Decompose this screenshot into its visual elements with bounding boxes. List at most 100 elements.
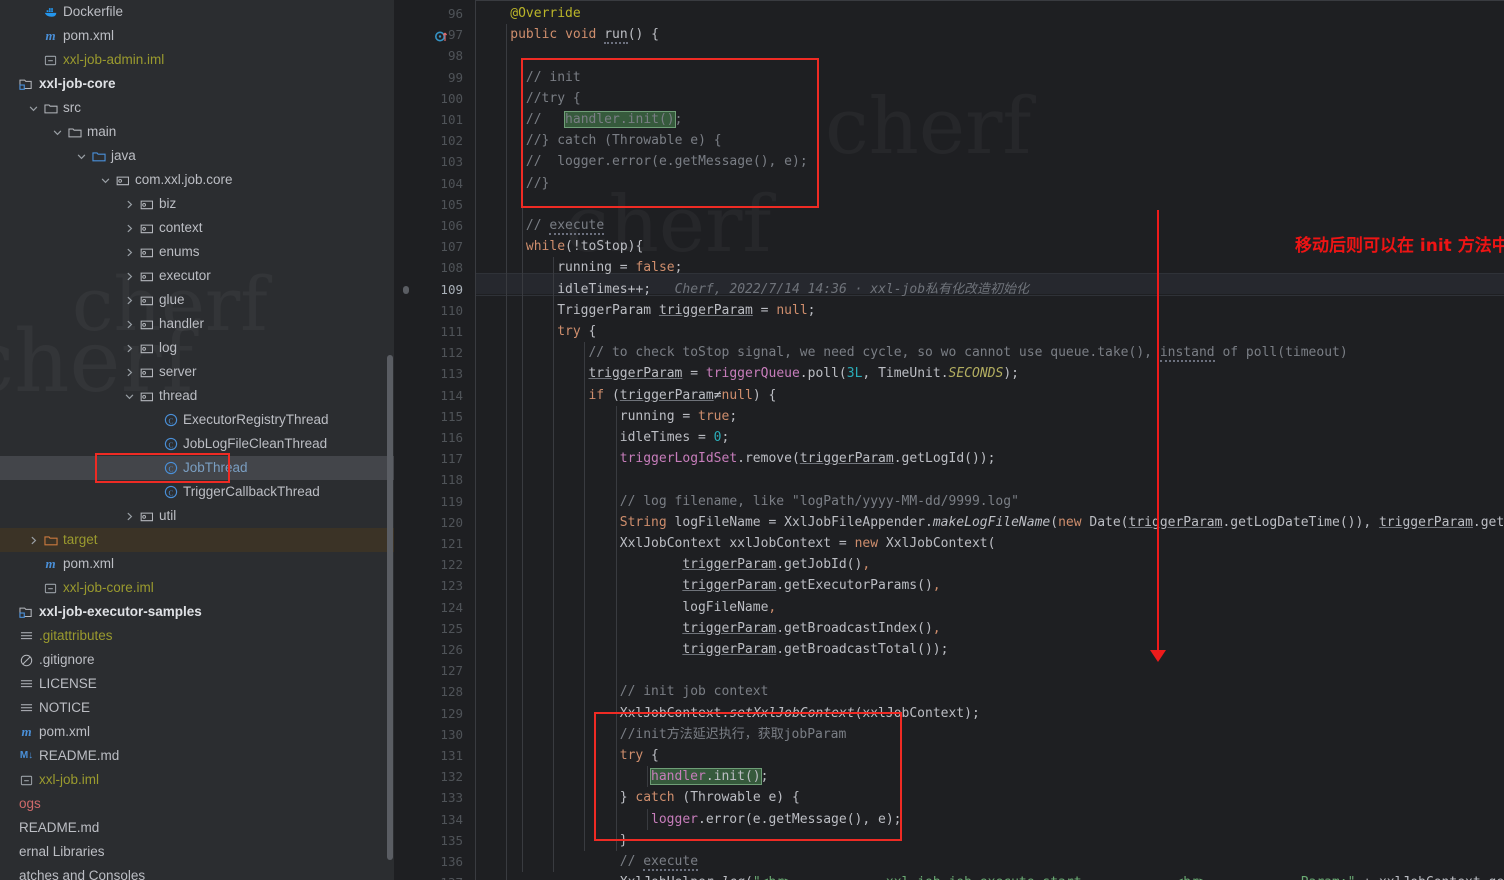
chevron-down-icon[interactable] — [76, 151, 87, 162]
tree-item-biz[interactable]: biz — [0, 192, 394, 216]
code-line-109[interactable]: idleTimes++; Cherf, 2022/7/14 14:36 · xx… — [557, 279, 1029, 300]
chevron-right-icon[interactable] — [124, 319, 135, 330]
code-line-123[interactable]: triggerParam.getExecutorParams(), — [682, 575, 940, 596]
tree-item-server[interactable]: server — [0, 360, 394, 384]
tree-item-ogs[interactable]: ogs — [0, 792, 394, 816]
tree-item-label: java — [111, 148, 136, 163]
code-line-96[interactable]: @Override — [510, 3, 580, 24]
chevron-right-icon[interactable] — [124, 247, 135, 258]
tree-item-atches-and-consoles[interactable]: atches and Consoles — [0, 864, 394, 880]
chevron-right-icon[interactable] — [28, 535, 39, 546]
tree-item-triggercallbackthread[interactable]: C TriggerCallbackThread — [0, 480, 394, 504]
code-line-110[interactable]: TriggerParam triggerParam = null; — [557, 300, 815, 321]
code-line-126[interactable]: triggerParam.getBroadcastTotal()); — [682, 639, 948, 660]
code-line-114[interactable]: if (triggerParam≠null) { — [588, 385, 776, 406]
code-line-108[interactable]: running = false; — [557, 257, 682, 278]
code-line-133[interactable]: } catch (Throwable e) { — [620, 787, 800, 808]
tree-item-glue[interactable]: glue — [0, 288, 394, 312]
tree-item-jobthread[interactable]: C JobThread — [0, 456, 394, 480]
code-line-101[interactable]: // handler.init(); — [526, 109, 682, 130]
chevron-down-icon[interactable] — [124, 391, 135, 402]
tree-item-xxl-job-core-iml[interactable]: xxl-job-core.iml — [0, 576, 394, 600]
code-line-100[interactable]: //try { — [526, 88, 581, 109]
tree-item-xxl-job-iml[interactable]: xxl-job.iml — [0, 768, 394, 792]
tree-item-dockerfile[interactable]: Dockerfile — [0, 0, 394, 24]
chevron-down-icon[interactable] — [28, 103, 39, 114]
code-line-99[interactable]: // init — [526, 67, 581, 88]
code-line-122[interactable]: triggerParam.getJobId(), — [682, 554, 870, 575]
tree-item-readme-md[interactable]: M↓ README.md — [0, 744, 394, 768]
code-line-135[interactable]: } — [620, 830, 628, 851]
tree-item-executorregistrythread[interactable]: C ExecutorRegistryThread — [0, 408, 394, 432]
tree-item-xxl-job-executor-samples[interactable]: xxl-job-executor-samples — [0, 600, 394, 624]
tree-item-joblogfilecleanthread[interactable]: C JobLogFileCleanThread — [0, 432, 394, 456]
tree-item-handler[interactable]: handler — [0, 312, 394, 336]
tree-item-license[interactable]: LICENSE — [0, 672, 394, 696]
code-line-124[interactable]: logFileName, — [682, 597, 776, 618]
line-number: 131 — [440, 748, 463, 763]
gutter-marker[interactable] — [403, 285, 409, 294]
code-line-121[interactable]: XxlJobContext xxlJobContext = new XxlJob… — [620, 533, 996, 554]
tree-item-thread[interactable]: thread — [0, 384, 394, 408]
tree-item-notice[interactable]: NOTICE — [0, 696, 394, 720]
editor-gutter[interactable]: 96 97 98 99 100 101 102 103 104 105 106 107 108 109 11… — [395, 0, 475, 880]
tree-item-xxl-job-admin-iml[interactable]: xxl-job-admin.iml — [0, 48, 394, 72]
tree-item-target[interactable]: target — [0, 528, 394, 552]
tree-item-gitignore[interactable]: .gitignore — [0, 648, 394, 672]
tree-item-executor[interactable]: executor — [0, 264, 394, 288]
tree-item-gitattributes[interactable]: .gitattributes — [0, 624, 394, 648]
code-line-125[interactable]: triggerParam.getBroadcastIndex(), — [682, 618, 940, 639]
tree-item-util[interactable]: util — [0, 504, 394, 528]
tree-item-pom-xml[interactable]: m pom.xml — [0, 24, 394, 48]
tree-item-enums[interactable]: enums — [0, 240, 394, 264]
chevron-right-icon[interactable] — [124, 367, 135, 378]
tree-item-ernal-libraries[interactable]: ernal Libraries — [0, 840, 394, 864]
code-line-132[interactable]: handler.init(); — [650, 766, 768, 787]
chevron-right-icon[interactable] — [124, 343, 135, 354]
tree-item-main[interactable]: main — [0, 120, 394, 144]
code-line-115[interactable]: running = true; — [620, 406, 737, 427]
code-line-112[interactable]: // to check toStop signal, we need cycle… — [588, 342, 1348, 363]
code-line-106[interactable]: // execute — [526, 215, 605, 236]
code-line-131[interactable]: try { — [620, 745, 659, 766]
code-line-117[interactable]: triggerLogIdSet.remove(triggerParam.getL… — [620, 448, 996, 469]
code-line-119[interactable]: // log filename, like "logPath/yyyy-MM-d… — [620, 491, 1019, 512]
chevron-right-icon[interactable] — [124, 295, 135, 306]
editor-pane[interactable]: 96 97 98 99 100 101 102 103 104 105 106 107 108 109 11… — [395, 0, 1504, 880]
code-line-134[interactable]: logger.error(e.getMessage(), e); — [651, 809, 901, 830]
code-line-113[interactable]: triggerParam = triggerQueue.poll(3L, Tim… — [588, 363, 1019, 384]
tree-item-pom-xml[interactable]: m pom.xml — [0, 720, 394, 744]
chevron-right-icon[interactable] — [124, 223, 135, 234]
code-line-107[interactable]: while(!toStop){ — [526, 236, 643, 257]
code-line-130[interactable]: //init方法延迟执行，获取jobParam — [620, 724, 847, 745]
code-line-97[interactable]: public void run() { — [510, 24, 659, 45]
override-method-gutter-icon[interactable] — [435, 28, 448, 47]
sidebar-scrollbar[interactable] — [387, 355, 393, 860]
code-line-128[interactable]: // init job context — [620, 681, 769, 702]
project-tool-window[interactable]: cherf cherf Dockerfilempom.xmlxxl-job-ad… — [0, 0, 394, 880]
tree-item-readme-md[interactable]: README.md — [0, 816, 394, 840]
tree-item-log[interactable]: log — [0, 336, 394, 360]
code-line-129[interactable]: XxlJobContext.setXxlJobContext(xxlJobCon… — [620, 703, 980, 724]
code-line-137[interactable]: XxlJobHelper.log("<br>----------- xxl-jo… — [620, 872, 1504, 880]
tree-item-label: biz — [159, 196, 177, 211]
chevron-down-icon[interactable] — [52, 127, 63, 138]
code-line-120[interactable]: String logFileName = XxlJobFileAppender.… — [620, 512, 1504, 533]
code-line-116[interactable]: idleTimes = 0; — [620, 427, 730, 448]
chevron-right-icon[interactable] — [124, 511, 135, 522]
code-line-111[interactable]: try { — [557, 321, 596, 342]
tree-item-java[interactable]: java — [0, 144, 394, 168]
tree-item-xxl-job-core[interactable]: xxl-job-core — [0, 72, 394, 96]
tree-item-context[interactable]: context — [0, 216, 394, 240]
chevron-right-icon[interactable] — [124, 271, 135, 282]
code-line-104[interactable]: //} — [526, 173, 549, 194]
code-line-102[interactable]: //} catch (Throwable e) { — [526, 130, 722, 151]
tree-item-src[interactable]: src — [0, 96, 394, 120]
chevron-right-icon[interactable] — [124, 199, 135, 210]
code-line-103[interactable]: // logger.error(e.getMessage(), e); — [526, 151, 808, 172]
tree-item-com-xxl-job-core[interactable]: com.xxl.job.core — [0, 168, 394, 192]
tree-item-label: README.md — [19, 820, 100, 835]
code-line-136[interactable]: // execute — [620, 851, 699, 872]
tree-item-pom-xml[interactable]: m pom.xml — [0, 552, 394, 576]
chevron-down-icon[interactable] — [100, 175, 111, 186]
